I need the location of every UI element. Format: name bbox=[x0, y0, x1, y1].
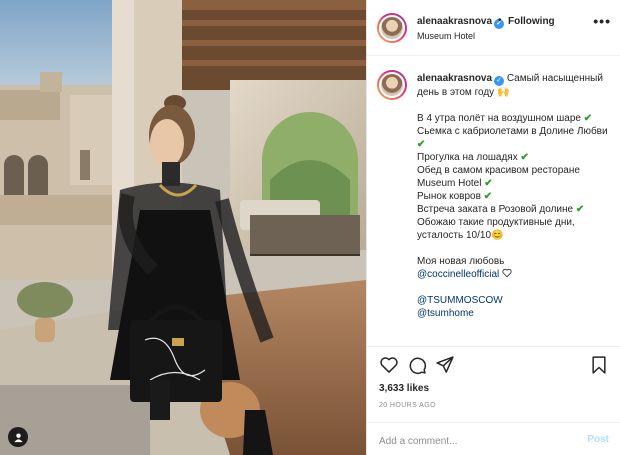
caption-closing: Обожаю такие продуктивные дни, усталость… bbox=[417, 217, 575, 241]
post-timestamp[interactable]: 20 HOURS AGO bbox=[379, 402, 436, 409]
heart-icon[interactable] bbox=[379, 355, 399, 375]
check-emoji: ✔ bbox=[583, 113, 593, 124]
avatar[interactable] bbox=[377, 13, 407, 43]
user-tag-icon bbox=[13, 432, 23, 442]
post-details-panel: alenaakrasnova ✓ • Following Museum Hotel… bbox=[366, 0, 620, 455]
check-emoji: ✔ bbox=[417, 139, 426, 150]
caption-line: Обед в самом красивом ресторане Museum H… bbox=[417, 165, 580, 189]
mention-link[interactable]: @tsumhome bbox=[417, 307, 613, 320]
caption-line: В 4 утра полёт на воздушном шаре ✔ bbox=[417, 113, 593, 124]
location-link[interactable]: Museum Hotel bbox=[417, 31, 475, 41]
post-comment-button[interactable]: Post bbox=[587, 434, 609, 445]
check-emoji: ✔ bbox=[520, 152, 529, 163]
comment-box: Post bbox=[367, 422, 620, 455]
tagged-users-button[interactable] bbox=[8, 427, 28, 447]
username-link[interactable]: alenaakrasnova ✓ bbox=[417, 16, 505, 29]
more-options-icon[interactable]: ••• bbox=[593, 14, 611, 28]
caption-love-line: Моя новая любовь bbox=[417, 256, 505, 267]
check-emoji: ✔ bbox=[484, 178, 493, 189]
comment-input[interactable] bbox=[379, 434, 569, 448]
comment-icon[interactable] bbox=[407, 355, 427, 375]
following-button[interactable]: Following bbox=[508, 16, 555, 27]
check-emoji: ✔ bbox=[483, 191, 493, 202]
brand-mention-link[interactable]: @coccinelleofficial bbox=[417, 269, 499, 280]
verified-badge-icon: ✓ bbox=[494, 76, 505, 86]
likes-count[interactable]: 3,633 likes bbox=[379, 383, 429, 394]
avatar[interactable] bbox=[377, 70, 407, 100]
caption-area: alenaakrasnova ✓ Самый насыщенный день в … bbox=[367, 57, 620, 346]
post-photo[interactable] bbox=[0, 0, 366, 455]
white-heart-icon bbox=[502, 268, 512, 278]
caption-line: Прогулка на лошадях ✔ bbox=[417, 152, 529, 163]
emoji: 😊 bbox=[491, 230, 504, 241]
post-photo-image bbox=[0, 0, 366, 455]
caption-username[interactable]: alenaakrasnova bbox=[417, 73, 492, 84]
caption-line: Встреча заката в Розовой долине ✔ bbox=[417, 204, 585, 215]
paper-plane-icon[interactable] bbox=[435, 355, 455, 375]
caption-text: alenaakrasnova ✓ Самый насыщенный день в … bbox=[417, 72, 613, 320]
bookmark-icon[interactable] bbox=[589, 355, 609, 375]
mention-link[interactable]: @TSUMMOSCOW bbox=[417, 294, 613, 307]
emoji: 🙌 bbox=[496, 87, 510, 98]
post-header: alenaakrasnova ✓ • Following Museum Hotel… bbox=[367, 0, 620, 56]
post-actions: 3,633 likes 20 HOURS AGO Post bbox=[367, 346, 620, 455]
caption-line: Рынок ковров ✔ bbox=[417, 191, 493, 202]
separator-dot: • bbox=[498, 15, 502, 26]
check-emoji: ✔ bbox=[575, 204, 585, 215]
caption-line: Сьемка с кабриолетами в Долине Любви ✔ bbox=[417, 126, 608, 150]
